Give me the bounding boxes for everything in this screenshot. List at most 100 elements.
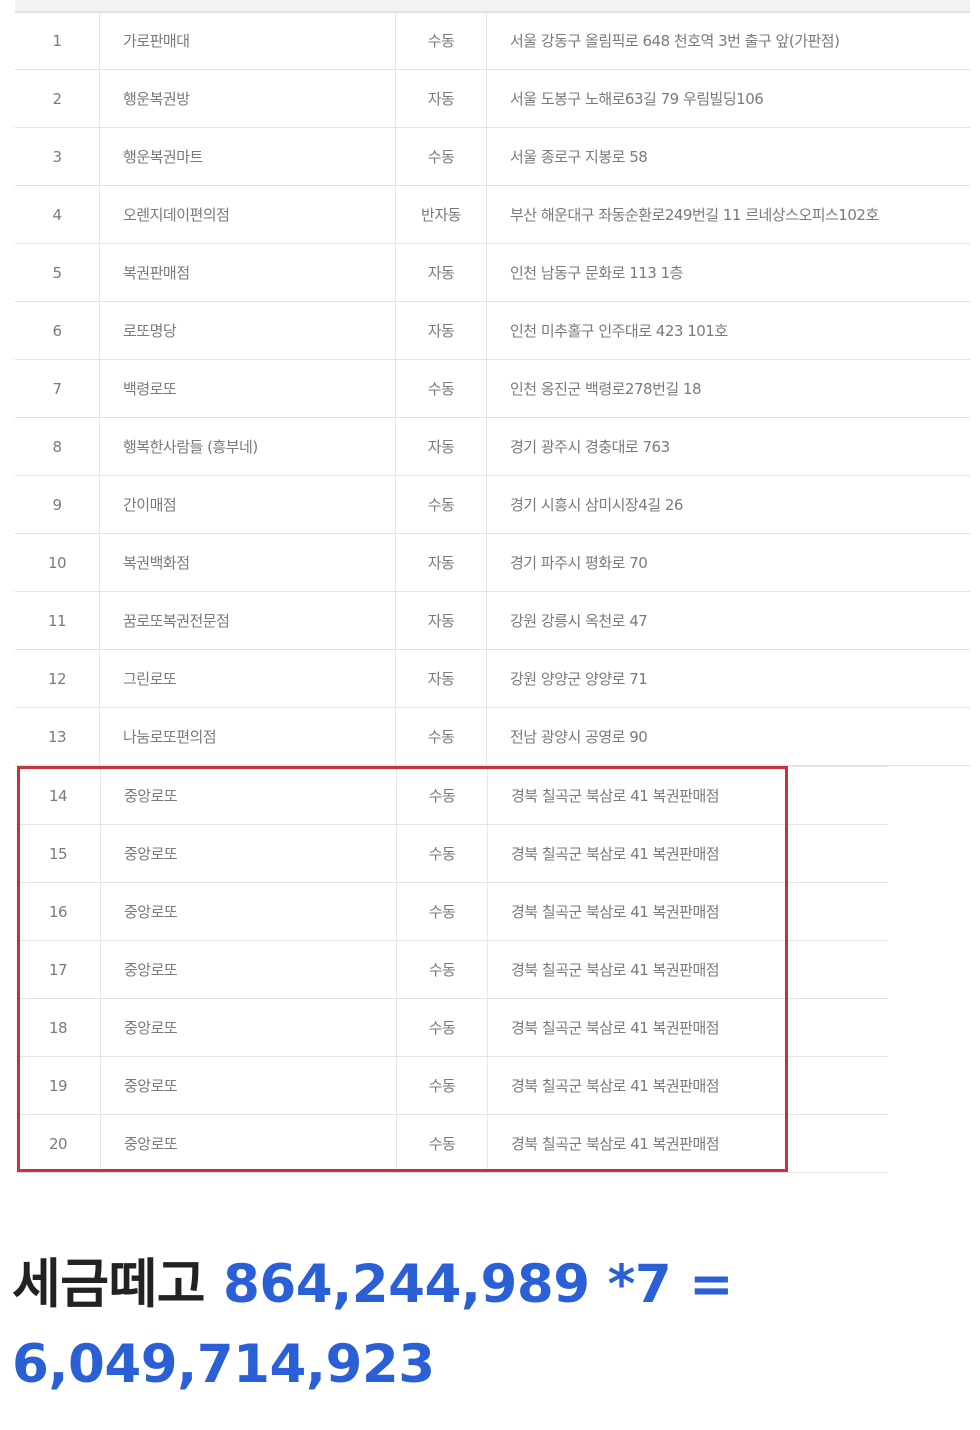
table-row: 20 중앙로또 수동 경북 칠곡군 북삼로 41 복권판매점 [16,1114,888,1173]
row-number: 19 [16,1056,101,1115]
purchase-type: 수동 [396,940,488,999]
shop-address: 경북 칠곡군 북삼로 41 복권판매점 [487,766,888,825]
purchase-type: 수동 [395,11,487,70]
row-number: 8 [15,417,100,476]
row-number: 20 [16,1114,101,1173]
shop-address: 경북 칠곡군 북삼로 41 복권판매점 [487,1114,888,1173]
purchase-type: 수동 [395,359,487,418]
row-number: 7 [15,359,100,418]
row-number: 3 [15,127,100,186]
purchase-type: 수동 [395,707,487,766]
table-row: 19 중앙로또 수동 경북 칠곡군 북삼로 41 복권판매점 [16,1056,888,1115]
caption: 세금떼고 864,244,989 *7 = 6,049,714,923 [12,1245,972,1405]
shop-name: 행복한사람들 (흥부네) [99,417,396,476]
table-row: 5 복권판매점 자동 인천 남동구 문화로 113 1층 [15,243,970,302]
row-number: 12 [15,649,100,708]
shop-name: 중앙로또 [100,766,397,825]
purchase-type: 자동 [395,243,487,302]
shop-address: 강원 강릉시 옥천로 47 [486,591,970,650]
shop-name: 행운복권방 [99,69,396,128]
table-row: 14 중앙로또 수동 경북 칠곡군 북삼로 41 복권판매점 [16,766,888,825]
row-number: 11 [15,591,100,650]
shop-address: 경북 칠곡군 북삼로 41 복권판매점 [487,882,888,941]
shop-name: 그린로또 [99,649,396,708]
purchase-type: 자동 [395,533,487,592]
row-number: 10 [15,533,100,592]
table-row: 13 나눔로또편의점 수동 전남 광양시 공영로 90 [15,707,970,766]
shop-name: 중앙로또 [100,882,397,941]
purchase-type: 반자동 [395,185,487,244]
shop-address: 경북 칠곡군 북삼로 41 복권판매점 [487,940,888,999]
shop-name: 백령로또 [99,359,396,418]
shop-address: 전남 광양시 공영로 90 [486,707,970,766]
table-row: 3 행운복권마트 수동 서울 종로구 지봉로 58 [15,127,970,186]
shop-address: 경북 칠곡군 북삼로 41 복권판매점 [487,1056,888,1115]
shop-name: 나눔로또편의점 [99,707,396,766]
shop-address: 서울 종로구 지봉로 58 [486,127,970,186]
shop-name: 꿈로또복권전문점 [99,591,396,650]
table-row: 2 행운복권방 자동 서울 도봉구 노해로63길 79 우림빌딩106 [15,69,970,128]
shop-name: 행운복권마트 [99,127,396,186]
purchase-type: 자동 [395,69,487,128]
purchase-type: 자동 [395,649,487,708]
shop-address: 경기 광주시 경충대로 763 [486,417,970,476]
shop-name: 가로판매대 [99,11,396,70]
shop-name: 중앙로또 [100,1056,397,1115]
shop-name: 복권판매점 [99,243,396,302]
shop-address: 경북 칠곡군 북삼로 41 복권판매점 [487,824,888,883]
shop-address: 강원 양양군 양양로 71 [486,649,970,708]
purchase-type: 수동 [396,1056,488,1115]
shop-address: 경기 파주시 평화로 70 [486,533,970,592]
row-number: 16 [16,882,101,941]
purchase-type: 자동 [395,417,487,476]
shop-address: 경기 시흥시 삼미시장4길 26 [486,475,970,534]
purchase-type: 수동 [396,998,488,1057]
row-number: 18 [16,998,101,1057]
shop-name: 오렌지데이편의점 [99,185,396,244]
table-row: 6 로또명당 자동 인천 미추홀구 인주대로 423 101호 [15,301,970,360]
purchase-type: 자동 [395,301,487,360]
row-number: 9 [15,475,100,534]
shop-name: 중앙로또 [100,940,397,999]
purchase-type: 자동 [395,591,487,650]
table-row: 7 백령로또 수동 인천 옹진군 백령로278번길 18 [15,359,970,418]
row-number: 17 [16,940,101,999]
table-row: 16 중앙로또 수동 경북 칠곡군 북삼로 41 복권판매점 [16,882,888,941]
row-number: 13 [15,707,100,766]
shop-address: 인천 남동구 문화로 113 1층 [486,243,970,302]
table-row: 11 꿈로또복권전문점 자동 강원 강릉시 옥천로 47 [15,591,970,650]
table-row: 18 중앙로또 수동 경북 칠곡군 북삼로 41 복권판매점 [16,998,888,1057]
table-row: 10 복권백화점 자동 경기 파주시 평화로 70 [15,533,970,592]
purchase-type: 수동 [396,766,488,825]
table-row: 9 간이매점 수동 경기 시흥시 삼미시장4길 26 [15,475,970,534]
row-number: 2 [15,69,100,128]
purchase-type: 수동 [396,882,488,941]
shop-address: 인천 옹진군 백령로278번길 18 [486,359,970,418]
table-row: 17 중앙로또 수동 경북 칠곡군 북삼로 41 복권판매점 [16,940,888,999]
row-number: 4 [15,185,100,244]
purchase-type: 수동 [396,824,488,883]
purchase-type: 수동 [395,127,487,186]
shop-name: 중앙로또 [100,1114,397,1173]
table-row: 12 그린로또 자동 강원 양양군 양양로 71 [15,649,970,708]
purchase-type: 수동 [396,1114,488,1173]
shop-address: 부산 해운대구 좌동순환로249번길 11 르네상스오피스102호 [486,185,970,244]
table-row: 4 오렌지데이편의점 반자동 부산 해운대구 좌동순환로249번길 11 르네상스오피… [15,185,970,244]
row-number: 5 [15,243,100,302]
row-number: 6 [15,301,100,360]
lottery-shop-table-highlighted: 14 중앙로또 수동 경북 칠곡군 북삼로 41 복권판매점 15 중앙로또 수동 경북 칠곡… [16,766,888,1173]
lottery-shop-table: 1 가로판매대 수동 서울 강동구 올림픽로 648 천호역 3번 출구 앞(가판점)… [15,11,970,766]
shop-name: 복권백화점 [99,533,396,592]
shop-name: 간이매점 [99,475,396,534]
shop-address: 경북 칠곡군 북삼로 41 복권판매점 [487,998,888,1057]
shop-name: 중앙로또 [100,998,397,1057]
shop-address: 인천 미추홀구 인주대로 423 101호 [486,301,970,360]
table-row: 8 행복한사람들 (흥부네) 자동 경기 광주시 경충대로 763 [15,417,970,476]
purchase-type: 수동 [395,475,487,534]
shop-name: 중앙로또 [100,824,397,883]
shop-name: 로또명당 [99,301,396,360]
row-number: 1 [15,11,100,70]
table-row: 1 가로판매대 수동 서울 강동구 올림픽로 648 천호역 3번 출구 앞(가판점) [15,11,970,70]
caption-prefix: 세금떼고 [12,1254,206,1315]
row-number: 14 [16,766,101,825]
